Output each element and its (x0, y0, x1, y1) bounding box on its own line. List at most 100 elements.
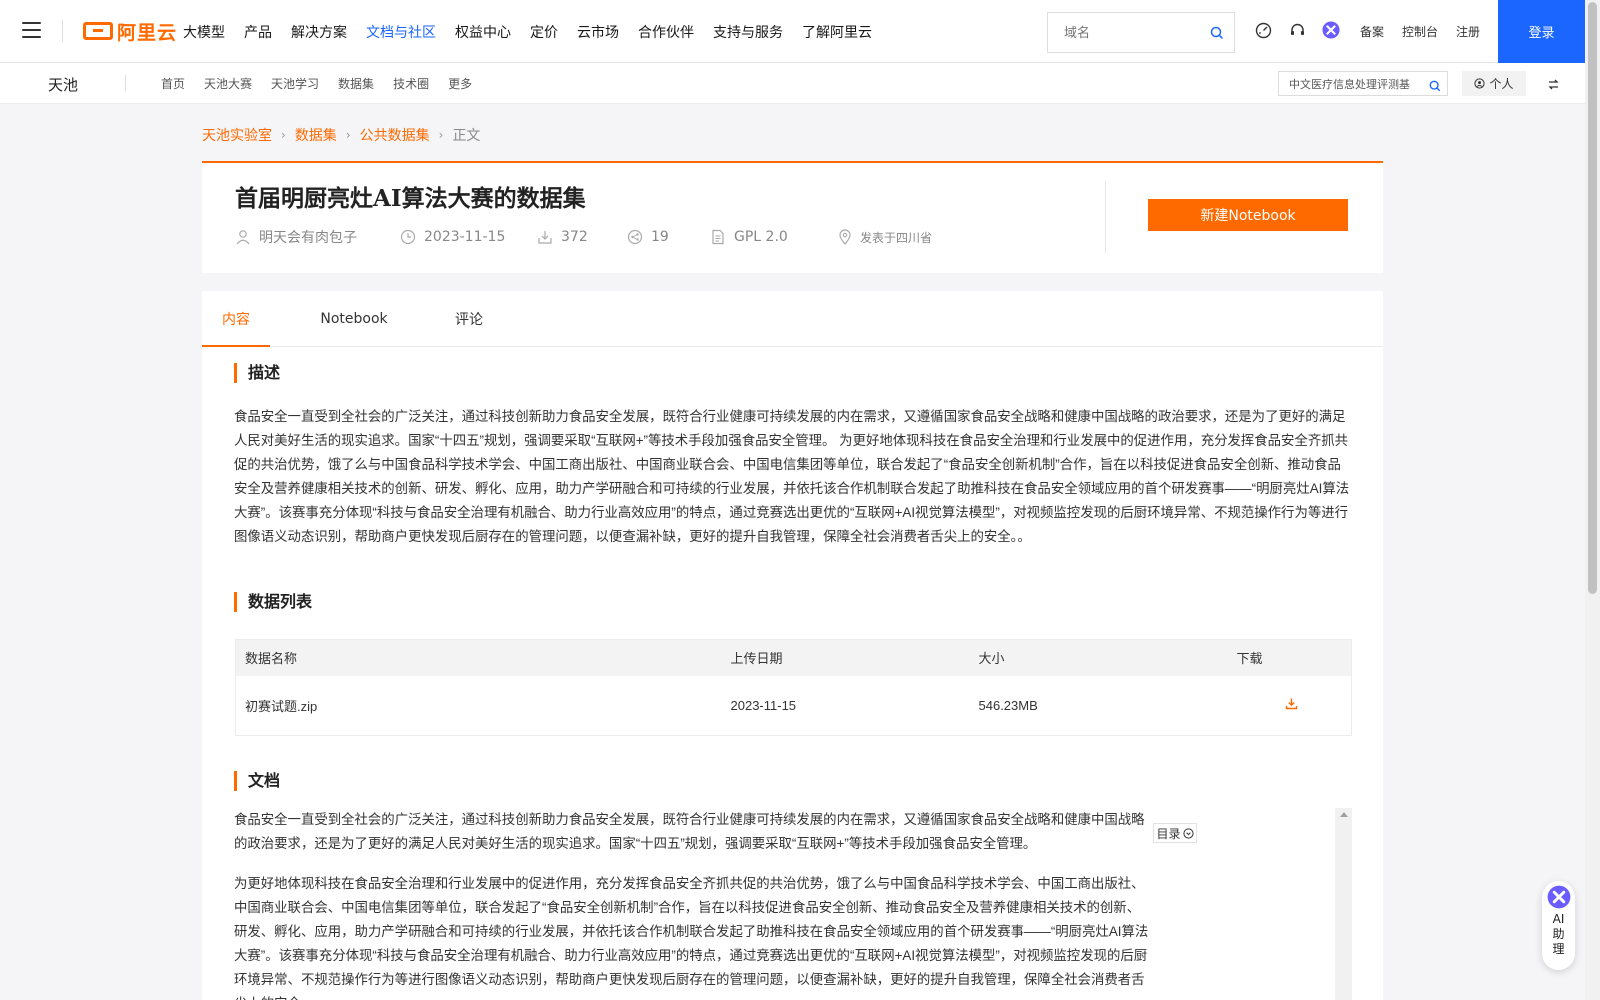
personal-button[interactable]: 个人 (1462, 71, 1526, 96)
aliyun-logo[interactable]: 阿里云 (83, 18, 177, 44)
location-pin-icon (838, 229, 852, 245)
switch-arrows-icon[interactable] (1547, 76, 1560, 95)
table-header-row: 数据名称 上传日期 大小 下载 (235, 639, 1352, 676)
subnav-item-tech-circle[interactable]: 技术圈 (393, 75, 429, 92)
column-header-name: 数据名称 (235, 639, 722, 676)
main-nav: 大模型 产品 解决方案 文档与社区 权益中心 定价 云市场 合作伙伴 支持与服务… (183, 0, 891, 63)
global-search-input[interactable] (1048, 13, 1198, 52)
header-divider (1105, 181, 1106, 253)
content-panel: 描述 食品安全一直受到全社会的广泛关注，通过科技创新助力食品安全发展，既符合行业… (202, 347, 1383, 1000)
circle-chevron-icon (1182, 827, 1194, 839)
docs-content: 食品安全一直受到全社会的广泛关注，通过科技创新助力食品安全发展，既符合行业健康可… (234, 808, 1354, 1000)
author-name[interactable]: 明天会有肉包子 (259, 227, 357, 247)
data-list-table: 数据名称 上传日期 大小 下载 初赛试题.zip 2023-11-15 546.… (235, 639, 1352, 736)
subnav-item-more[interactable]: 更多 (448, 75, 472, 92)
description-heading: 描述 (234, 363, 280, 383)
file-upload-date: 2023-11-15 (730, 697, 797, 713)
topbar-divider (62, 20, 63, 42)
breadcrumb-datasets[interactable]: 数据集 (295, 125, 337, 145)
login-button[interactable]: 登录 (1498, 0, 1585, 63)
ai-assistant-button[interactable]: AI助理 (1542, 881, 1575, 970)
subnav: 首页 天池大赛 天池学习 数据集 技术圈 更多 (161, 63, 491, 104)
tab-notebook[interactable]: Notebook (306, 291, 402, 347)
doc-paragraph: 为更好地体现科技在食品安全治理和行业发展中的促进作用，充分发挥食品安全齐抓共促的… (234, 876, 1149, 1000)
ai-assistant-logo-icon (1547, 885, 1570, 909)
license-text: GPL 2.0 (734, 229, 788, 245)
meta-author: 明天会有肉包子 (235, 227, 400, 247)
breadcrumb-tianchi-lab[interactable]: 天池实验室 (202, 125, 272, 145)
nav-item-docs-community[interactable]: 文档与社区 (366, 22, 436, 42)
breadcrumb-public-datasets[interactable]: 公共数据集 (360, 125, 430, 145)
nav-item-products[interactable]: 产品 (244, 22, 272, 42)
docs-heading: 文档 (234, 771, 280, 791)
chevron-right-icon: › (438, 128, 444, 142)
meta-location: 发表于四川省 (838, 229, 932, 246)
dataset-header-card: 首届明厨亮灶AI算法大赛的数据集 明天会有肉包子 2023-11-15 372 … (202, 161, 1383, 273)
register-link[interactable]: 注册 (1456, 23, 1480, 40)
breadcrumb-current: 正文 (452, 128, 481, 144)
new-notebook-button[interactable]: 新建Notebook (1148, 199, 1348, 231)
subnav-item-competitions[interactable]: 天池大赛 (204, 75, 252, 92)
search-icon[interactable] (1429, 77, 1441, 96)
tianchi-brand[interactable]: 天池 (48, 74, 78, 95)
nav-item-solutions[interactable]: 解决方案 (291, 22, 347, 42)
subnav-item-datasets[interactable]: 数据集 (338, 75, 374, 92)
file-name: 初赛试题.zip (245, 698, 318, 714)
page-scrollbar[interactable] (1585, 0, 1600, 1000)
ai-assistant-label: AI助理 (1552, 912, 1565, 956)
chevron-right-icon: › (345, 128, 351, 142)
console-link[interactable]: 控制台 (1402, 23, 1438, 40)
customer-service-headset-icon[interactable] (1288, 21, 1306, 39)
page-scrollbar-thumb[interactable] (1588, 2, 1597, 594)
tianchi-search-input[interactable] (1279, 72, 1419, 95)
table-of-contents-button[interactable]: 目录 (1153, 823, 1197, 843)
filing-link[interactable]: 备案 (1360, 23, 1384, 40)
meta-license: GPL 2.0 (710, 229, 838, 245)
share-count: 19 (651, 229, 669, 245)
dashboard-gauge-icon[interactable] (1254, 21, 1272, 39)
location-text: 发表于四川省 (860, 230, 933, 245)
subnav-item-learning[interactable]: 天池学习 (271, 75, 319, 92)
nav-item-pricing[interactable]: 定价 (530, 22, 558, 42)
topbar-links: 备案 控制台 注册 (1360, 0, 1498, 63)
content-tabs: 内容 Notebook 评论 (202, 291, 1383, 348)
column-header-size: 大小 (969, 639, 1228, 676)
docs-scrollbar[interactable] (1335, 808, 1352, 1000)
user-circle-icon (1474, 78, 1486, 89)
search-icon[interactable] (1210, 25, 1224, 44)
subnav-divider (125, 75, 126, 91)
tianchi-search (1278, 71, 1448, 96)
subnav-item-home[interactable]: 首页 (161, 75, 185, 92)
nav-item-models[interactable]: 大模型 (183, 22, 225, 42)
clock-icon (400, 229, 416, 245)
hamburger-menu-icon[interactable] (22, 22, 41, 39)
tianchi-subnav-bar: 天池 首页 天池大赛 天池学习 数据集 技术圈 更多 个人 (0, 63, 1585, 104)
nav-item-support[interactable]: 支持与服务 (713, 22, 783, 42)
global-search (1047, 12, 1235, 53)
nav-item-marketplace[interactable]: 云市场 (577, 22, 619, 42)
nav-item-partners[interactable]: 合作伙伴 (638, 22, 694, 42)
aliyun-logo-icon (83, 22, 113, 40)
document-icon (710, 229, 726, 245)
share-icon (627, 229, 643, 245)
user-icon (235, 229, 251, 245)
meta-downloads: 372 (537, 229, 627, 245)
nav-item-benefits[interactable]: 权益中心 (455, 22, 511, 42)
download-count-icon (537, 229, 553, 245)
chevron-right-icon: › (281, 128, 286, 142)
tab-comments[interactable]: 评论 (439, 291, 499, 347)
scroll-up-arrow-icon[interactable] (1340, 812, 1348, 817)
top-navigation-bar: 阿里云 大模型 产品 解决方案 文档与社区 权益中心 定价 云市场 合作伙伴 支… (0, 0, 1600, 63)
ai-assistant-logo-icon[interactable] (1322, 21, 1340, 39)
tab-content[interactable]: 内容 (202, 291, 270, 348)
page-title: 首届明厨亮灶AI算法大赛的数据集 (235, 185, 586, 212)
download-icon[interactable] (1285, 697, 1298, 713)
personal-label: 个人 (1489, 77, 1514, 91)
meta-date: 2023-11-15 (400, 229, 537, 245)
doc-paragraph: 食品安全一直受到全社会的广泛关注，通过科技创新助力食品安全发展，既符合行业健康可… (234, 812, 1145, 851)
table-row: 初赛试题.zip 2023-11-15 546.23MB (236, 676, 1352, 736)
nav-item-about[interactable]: 了解阿里云 (802, 22, 872, 42)
breadcrumb: 天池实验室 › 数据集 › 公共数据集 › 正文 (202, 125, 480, 145)
download-cell (1228, 676, 1352, 736)
column-header-download: 下载 (1227, 639, 1352, 676)
